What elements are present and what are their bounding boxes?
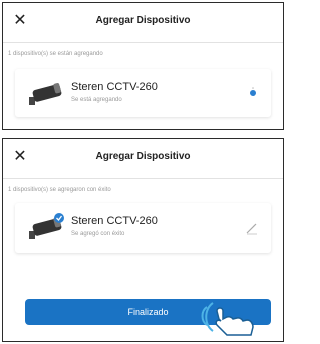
device-status: Se está agregando (71, 97, 122, 103)
device-name: Steren CCTV-260 (71, 215, 158, 227)
loading-spinner-icon (250, 87, 256, 96)
divider (3, 42, 283, 43)
check-badge-icon (54, 213, 64, 223)
camera-icon (29, 83, 62, 105)
device-card: Steren CCTV-260 Se agregó con éxito (15, 203, 271, 253)
add-device-screen-added: ✕ Agregar Dispositivo 1 dispositivo(s) s… (2, 138, 284, 342)
edit-icon[interactable] (245, 221, 259, 235)
device-name: Steren CCTV-260 (71, 81, 158, 93)
camera-icon (29, 213, 64, 239)
status-text: 1 dispositivo(s) se están agregando (8, 51, 103, 57)
page-title: Agregar Dispositivo (95, 151, 191, 162)
hand-pointer-icon (201, 302, 254, 336)
divider (3, 178, 283, 179)
add-device-screen-adding: ✕ Agregar Dispositivo 1 dispositivo(s) s… (2, 2, 284, 130)
status-text: 1 dispositivo(s) se agregaron con éxito (8, 187, 111, 193)
header: ✕ Agregar Dispositivo (3, 139, 283, 179)
device-status: Se agregó con éxito (71, 231, 125, 237)
page-title: Agregar Dispositivo (95, 15, 191, 26)
header: ✕ Agregar Dispositivo (3, 3, 283, 43)
device-card: Steren CCTV-260 Se está agregando (15, 69, 271, 117)
